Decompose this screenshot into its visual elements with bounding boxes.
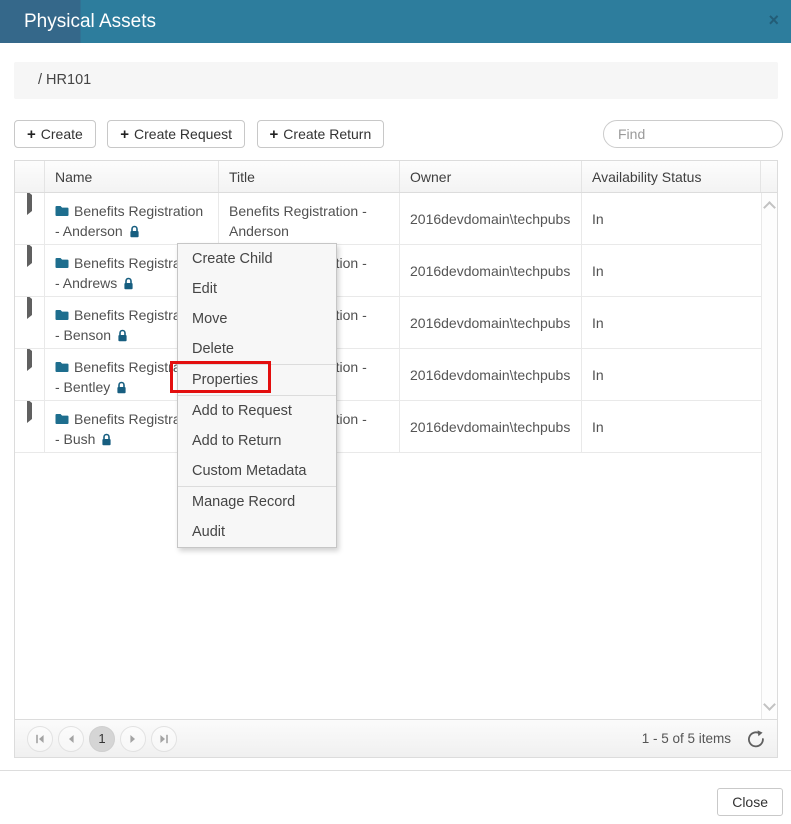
refresh-icon: [747, 730, 765, 748]
create-return-button-label: Create Return: [283, 126, 371, 142]
expand-arrow-icon[interactable]: [27, 245, 32, 267]
lock-icon: [101, 433, 112, 446]
create-request-button-label: Create Request: [134, 126, 232, 142]
folder-icon: [55, 205, 69, 217]
menu-item-move[interactable]: Move: [178, 304, 336, 334]
row-expand-cell: [15, 349, 45, 400]
owner-cell: 2016devdomain\techpubs: [400, 401, 582, 452]
folder-icon: [55, 361, 69, 373]
name-cell[interactable]: Benefits Registration - Anderson: [45, 193, 219, 244]
create-button-label: Create: [41, 126, 83, 142]
menu-item-create-child[interactable]: Create Child: [178, 244, 336, 274]
footer-divider: [0, 770, 791, 771]
menu-item-custom-metadata[interactable]: Custom Metadata: [178, 456, 336, 486]
menu-item-add-to-request[interactable]: Add to Request: [178, 396, 336, 426]
folder-icon: [55, 309, 69, 321]
pager-next-button[interactable]: [120, 726, 146, 752]
row-expand-cell: [15, 297, 45, 348]
dialog-title: Physical Assets: [24, 11, 156, 32]
find-input[interactable]: [603, 120, 783, 148]
table-row[interactable]: Benefits Registration - Bush Benefits Re…: [15, 401, 761, 453]
plus-icon: +: [120, 126, 129, 143]
seek-last-icon: [159, 734, 169, 744]
scroll-down-icon[interactable]: [763, 698, 776, 711]
status-cell: In: [582, 297, 761, 348]
folder-icon: [55, 413, 69, 425]
column-header-owner[interactable]: Owner: [400, 161, 582, 192]
menu-item-manage-record[interactable]: Manage Record: [178, 487, 336, 517]
owner-cell: 2016devdomain\techpubs: [400, 297, 582, 348]
context-menu: Create Child Edit Move Delete Properties…: [177, 243, 337, 548]
pager-bar: 1 1 - 5 of 5 items: [15, 719, 777, 757]
table-row[interactable]: Benefits Registration - Benson Benefits …: [15, 297, 761, 349]
table-row[interactable]: Benefits Registration - Anderson Benefit…: [15, 193, 761, 245]
pager-page-1-button[interactable]: 1: [89, 726, 115, 752]
dialog-titlebar: Physical Assets ×: [0, 0, 791, 43]
expand-arrow-icon[interactable]: [27, 193, 32, 215]
plus-icon: +: [270, 126, 279, 143]
create-button[interactable]: + Create: [14, 120, 96, 148]
lock-icon: [116, 381, 127, 394]
pager-prev-button[interactable]: [58, 726, 84, 752]
status-cell: In: [582, 245, 761, 296]
vertical-scrollbar[interactable]: [761, 193, 777, 719]
row-expand-cell: [15, 401, 45, 452]
scroll-up-icon[interactable]: [763, 201, 776, 214]
plus-icon: +: [27, 126, 36, 143]
row-expand-cell: [15, 245, 45, 296]
seek-first-icon: [35, 734, 45, 744]
title-cell: Benefits Registration - Anderson: [219, 193, 400, 244]
expand-arrow-icon[interactable]: [27, 401, 32, 423]
header-expand-col: [15, 161, 45, 192]
pager-info: 1 - 5 of 5 items: [642, 731, 731, 746]
close-button[interactable]: Close: [717, 788, 783, 816]
grid-header: Name Title Owner Availability Status: [15, 161, 777, 193]
column-header-title[interactable]: Title: [219, 161, 400, 192]
menu-item-add-to-return[interactable]: Add to Return: [178, 426, 336, 456]
status-cell: In: [582, 193, 761, 244]
column-header-availability-status[interactable]: Availability Status: [582, 161, 761, 192]
assets-grid: Name Title Owner Availability Status Ben…: [14, 160, 778, 758]
owner-cell: 2016devdomain\techpubs: [400, 349, 582, 400]
breadcrumb: / HR101: [14, 62, 778, 99]
column-header-name[interactable]: Name: [45, 161, 219, 192]
row-expand-cell: [15, 193, 45, 244]
close-icon[interactable]: ×: [768, 0, 779, 40]
status-cell: In: [582, 349, 761, 400]
expand-arrow-icon[interactable]: [27, 297, 32, 319]
refresh-button[interactable]: [747, 730, 765, 748]
lock-icon: [129, 225, 140, 238]
status-cell: In: [582, 401, 761, 452]
lock-icon: [123, 277, 134, 290]
grid-body: Benefits Registration - Anderson Benefit…: [15, 193, 777, 719]
pager-last-button[interactable]: [151, 726, 177, 752]
owner-cell: 2016devdomain\techpubs: [400, 245, 582, 296]
folder-icon: [55, 257, 69, 269]
pager-first-button[interactable]: [27, 726, 53, 752]
lock-icon: [117, 329, 128, 342]
table-row[interactable]: Benefits Registration - Bentley Benefits…: [15, 349, 761, 401]
create-return-button[interactable]: + Create Return: [257, 120, 385, 148]
toolbar: + Create + Create Request + Create Retur…: [14, 120, 783, 148]
owner-cell: 2016devdomain\techpubs: [400, 193, 582, 244]
table-row[interactable]: Benefits Registration - Andrews Benefits…: [15, 245, 761, 297]
menu-item-properties[interactable]: Properties: [178, 365, 336, 395]
next-page-icon: [129, 734, 137, 744]
menu-item-delete[interactable]: Delete: [178, 334, 336, 364]
header-scroll-col: [761, 161, 777, 192]
menu-item-edit[interactable]: Edit: [178, 274, 336, 304]
menu-item-audit[interactable]: Audit: [178, 517, 336, 547]
breadcrumb-path[interactable]: / HR101: [38, 72, 91, 88]
expand-arrow-icon[interactable]: [27, 349, 32, 371]
prev-page-icon: [67, 734, 75, 744]
create-request-button[interactable]: + Create Request: [107, 120, 245, 148]
